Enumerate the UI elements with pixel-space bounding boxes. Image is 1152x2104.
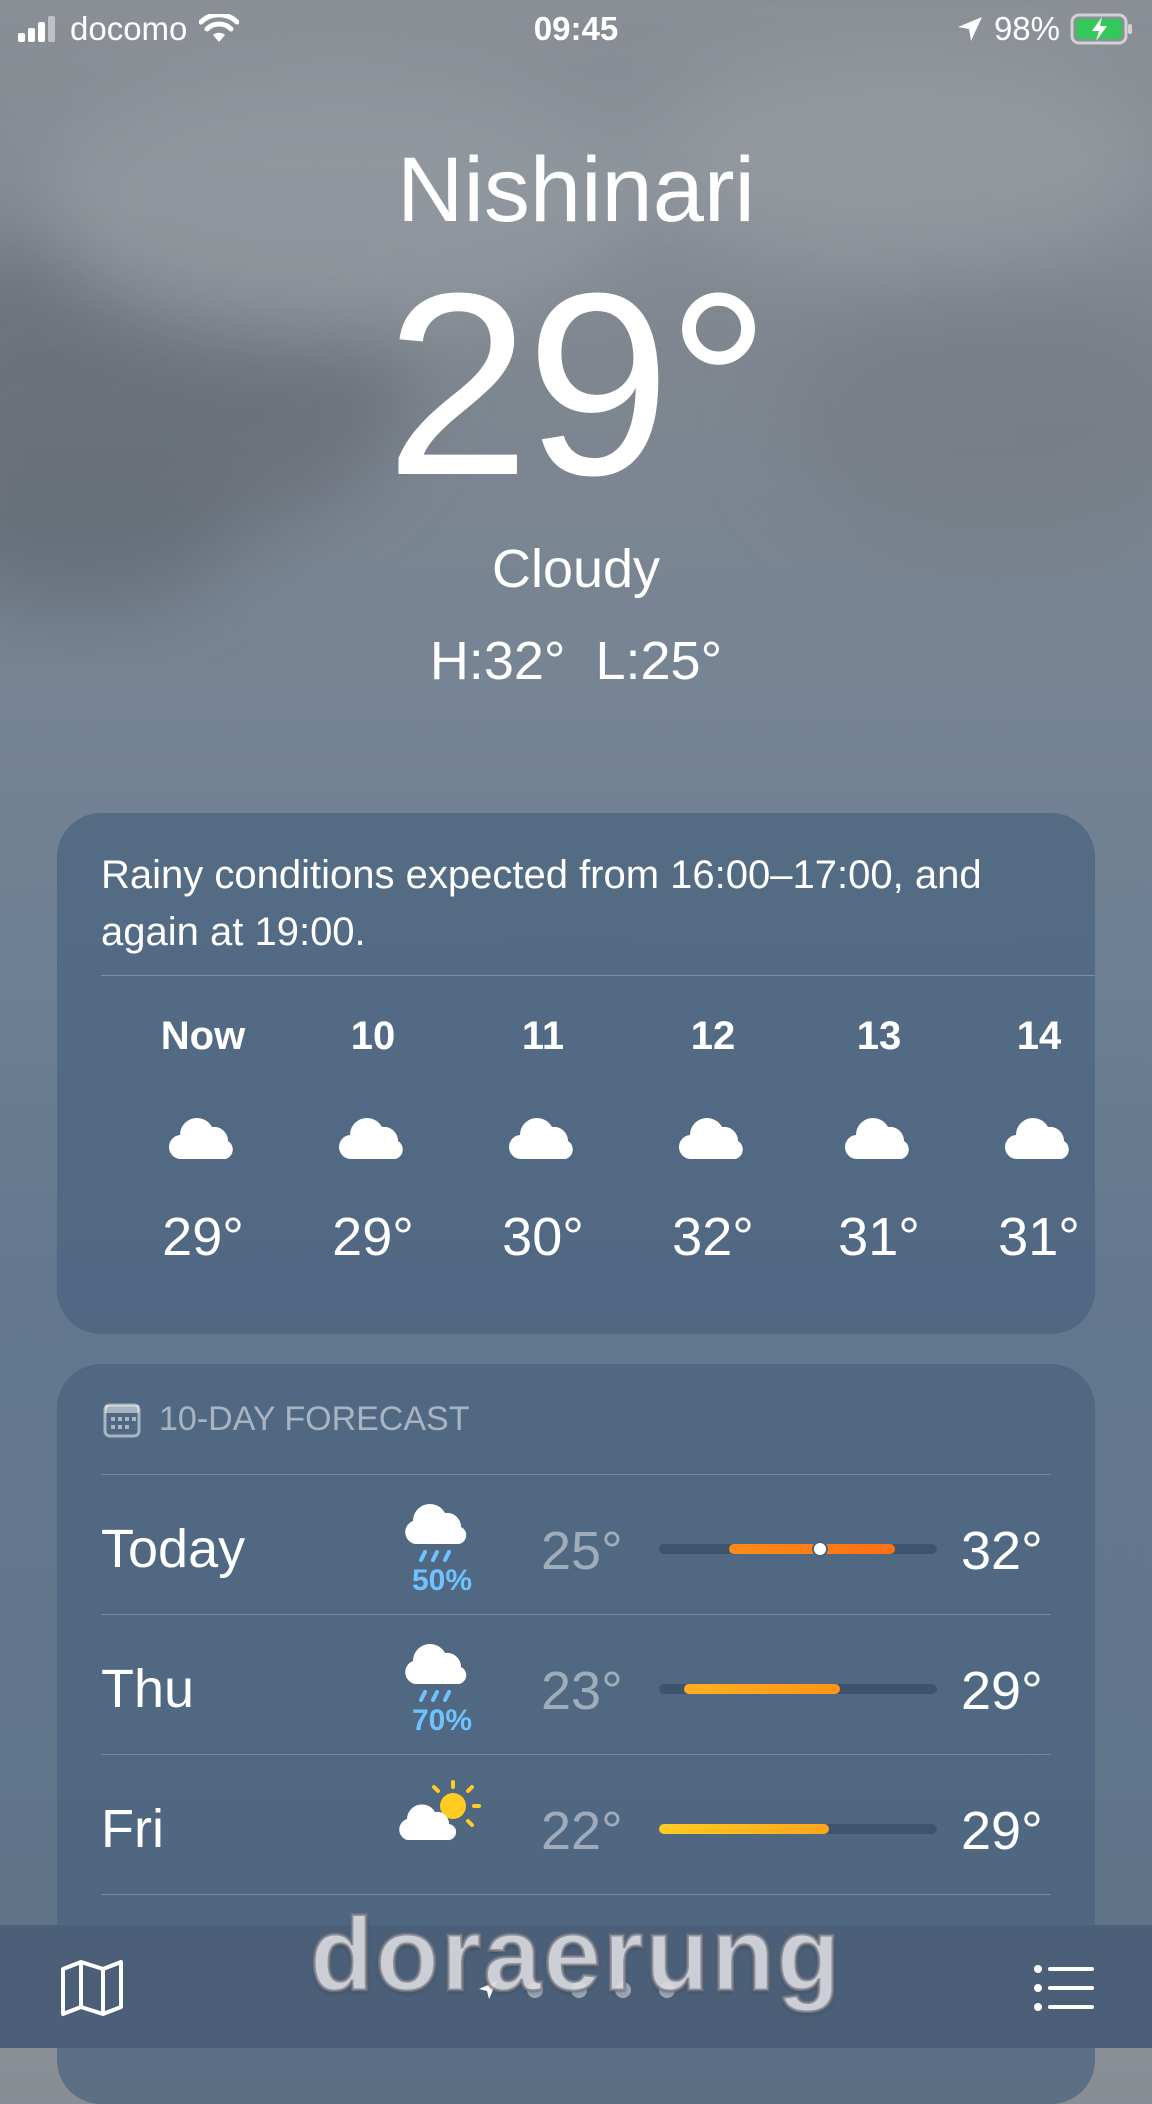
day-high: 32° bbox=[961, 1521, 1043, 1581]
hour-temp: 29° bbox=[162, 1207, 244, 1267]
temp-range-bar bbox=[659, 1824, 937, 1834]
hour-label: Now bbox=[160, 1014, 246, 1058]
current-weather: Nishinari 29° Cloudy H:32° L:25° bbox=[0, 140, 1152, 692]
day-name: Fri bbox=[101, 1799, 164, 1859]
temp-range-bar bbox=[659, 1684, 937, 1694]
divider bbox=[101, 1614, 1051, 1615]
cloud-icon bbox=[508, 1118, 573, 1160]
hour-label: 10 bbox=[350, 1014, 396, 1058]
hour-label: 12 bbox=[690, 1014, 736, 1058]
calendar-icon bbox=[103, 1403, 141, 1437]
hour-temp: 30° bbox=[502, 1207, 584, 1267]
hour-item: 14 31° bbox=[969, 976, 1109, 1268]
day-row-thu[interactable]: Thu 70% 23° 29° bbox=[57, 1618, 1095, 1758]
day-high: 29° bbox=[961, 1661, 1043, 1721]
daily-header-label: 10-DAY FORECAST bbox=[159, 1400, 470, 1438]
day-row-today[interactable]: Today 50% 25° 32° bbox=[57, 1478, 1095, 1618]
hour-label: 11 bbox=[521, 1014, 565, 1058]
day-name: Today bbox=[101, 1519, 246, 1579]
hour-label: 13 bbox=[856, 1014, 902, 1058]
battery-percent: 98% bbox=[993, 10, 1060, 47]
cloud-icon bbox=[678, 1118, 743, 1160]
hour-item: 11 30° bbox=[473, 976, 613, 1268]
hourly-forecast-card[interactable]: Rainy conditions expected from 16:00–17:… bbox=[57, 813, 1095, 1334]
cloud-icon bbox=[844, 1118, 909, 1160]
hour-temp: 31° bbox=[838, 1207, 920, 1267]
day-row-fri[interactable]: Fri 22° 29° bbox=[57, 1758, 1095, 1898]
cloud-icon bbox=[338, 1118, 403, 1160]
current-condition: Cloudy bbox=[491, 539, 661, 599]
hourly-strip[interactable]: Now 29° 10 29° 11 30° 12 32° 13 31° 14 3… bbox=[57, 976, 1095, 1316]
divider bbox=[101, 1754, 1051, 1755]
hour-temp: 29° bbox=[332, 1207, 414, 1267]
hour-item: Now 29° bbox=[133, 976, 273, 1268]
divider bbox=[101, 1474, 1051, 1475]
divider bbox=[101, 1894, 1051, 1895]
cloud-icon bbox=[1004, 1118, 1069, 1160]
day-name: Thu bbox=[101, 1659, 195, 1719]
watermark-text: doraerung bbox=[308, 1896, 843, 2015]
cloud-icon bbox=[168, 1118, 233, 1160]
status-bar: docomo 09:45 98% bbox=[0, 0, 1152, 58]
day-low: 23° bbox=[541, 1661, 623, 1721]
hour-item: 13 31° bbox=[809, 976, 949, 1268]
current-temperature: 29° bbox=[385, 240, 770, 530]
current-temp-marker bbox=[812, 1541, 829, 1557]
precip-chance: 50% bbox=[411, 1564, 473, 1597]
high-low-temps: H:32° L:25° bbox=[429, 631, 723, 691]
status-right: 98% bbox=[956, 10, 1134, 48]
sun-cloud-icon bbox=[399, 1780, 481, 1841]
day-low: 22° bbox=[541, 1801, 623, 1861]
daily-header: 10-DAY FORECAST bbox=[103, 1400, 469, 1439]
city-name: Nishinari bbox=[397, 139, 755, 241]
hour-temp: 32° bbox=[672, 1207, 754, 1267]
forecast-summary: Rainy conditions expected from 16:00–17:… bbox=[101, 853, 982, 954]
hour-temp: 31° bbox=[998, 1207, 1080, 1267]
day-high: 29° bbox=[961, 1801, 1043, 1861]
temp-range-bar bbox=[659, 1541, 937, 1557]
day-low: 25° bbox=[541, 1521, 623, 1581]
location-arrow-icon bbox=[957, 17, 982, 41]
hour-label: 14 bbox=[1016, 1014, 1062, 1058]
hour-item: 12 32° bbox=[643, 976, 783, 1268]
temp-range-fill bbox=[659, 1824, 829, 1834]
hour-item: 10 29° bbox=[303, 976, 443, 1268]
precip-chance: 70% bbox=[411, 1704, 473, 1737]
battery-charging-icon bbox=[1070, 13, 1132, 45]
temp-range-fill bbox=[684, 1684, 840, 1694]
